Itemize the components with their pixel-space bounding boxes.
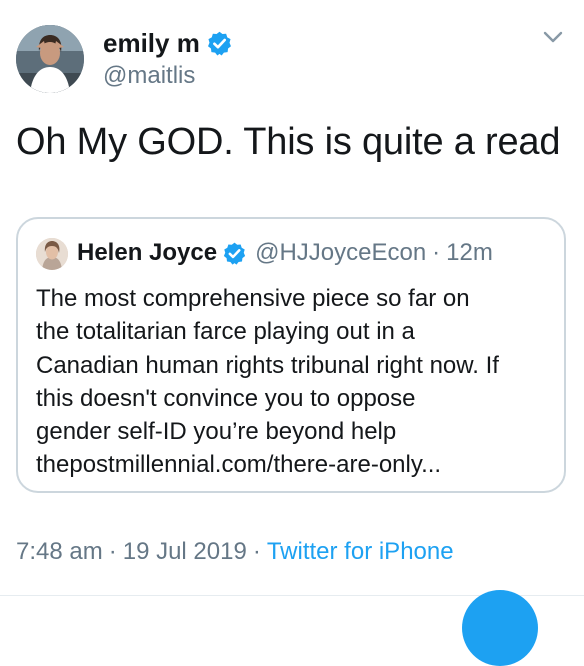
tweet-text: Oh My GOD. This is quite a read (16, 121, 561, 163)
tweet-meta: 7:48 am · 19 Jul 2019 · Twitter for iPhone (16, 537, 454, 567)
quoted-text-line: The most comprehensive piece so far on (36, 285, 470, 312)
tweet-date: 19 Jul 2019 (122, 538, 247, 565)
quoted-separator: · (432, 239, 441, 266)
meta-separator: · (252, 538, 261, 565)
verified-badge-icon (206, 30, 233, 57)
quoted-author-avatar[interactable] (36, 238, 68, 270)
quoted-text-line: this doesn't convince you to oppose (36, 384, 416, 412)
quoted-text-line: gender self-ID you’re beyond help (36, 418, 397, 446)
quoted-text-line: Canadian human rights tribunal right now… (36, 351, 499, 379)
author-avatar[interactable] (16, 25, 84, 93)
tweet-source-link[interactable]: Twitter for iPhone (267, 538, 454, 565)
quoted-handle[interactable]: @HJJoyceEcon (255, 238, 426, 268)
verified-badge-icon (222, 241, 247, 266)
quoted-header: Helen Joyce @HJJoyceEcon · 12m (77, 238, 493, 268)
quoted-tweet-card[interactable]: Helen Joyce @HJJoyceEcon · 12m The most … (16, 217, 566, 493)
quoted-link[interactable]: thepostmillennial.com/there-are-only... (36, 448, 556, 481)
chevron-down-icon[interactable] (543, 30, 563, 44)
author-display-name[interactable]: emily m (103, 27, 200, 59)
tweet-time: 7:48 am (16, 538, 103, 565)
meta-separator: · (108, 538, 117, 565)
quoted-timestamp[interactable]: 12m (446, 238, 493, 268)
author-handle[interactable]: @maitlis (103, 62, 195, 90)
quoted-text-line: the totalitarian farce playing out in a (36, 318, 415, 346)
quoted-display-name[interactable]: Helen Joyce (77, 238, 217, 268)
quoted-text: The most comprehensive piece so far on t… (36, 282, 556, 482)
author-name-row: emily m (103, 27, 233, 59)
compose-button[interactable] (462, 590, 538, 666)
